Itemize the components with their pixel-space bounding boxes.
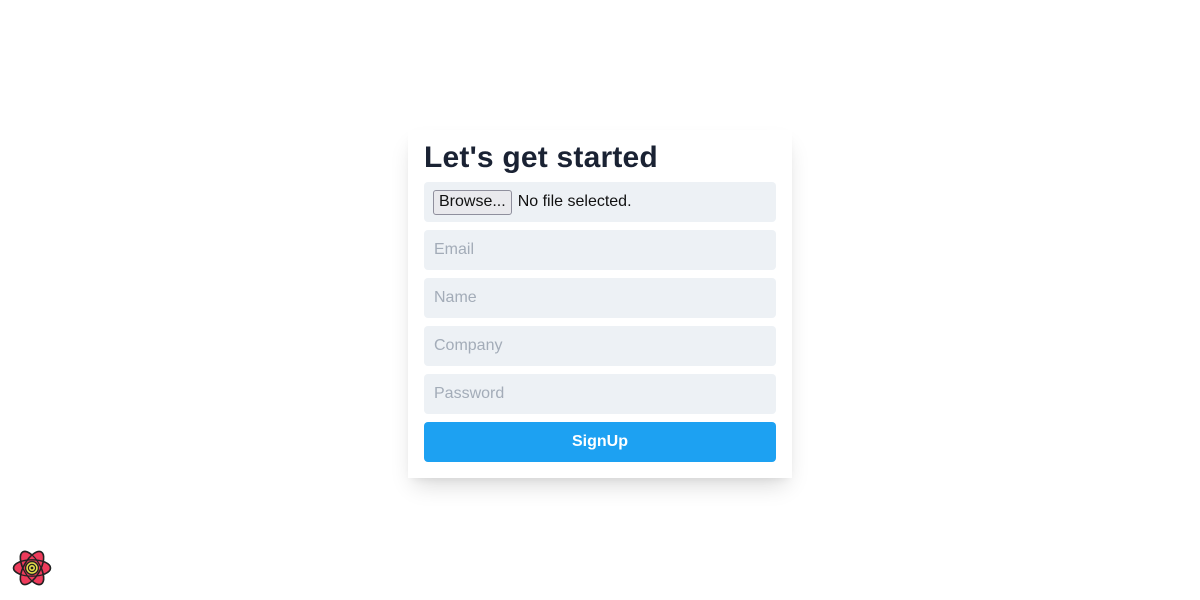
browse-button[interactable]: Browse... bbox=[433, 189, 512, 215]
file-upload-field[interactable]: Browse... No file selected. bbox=[424, 182, 776, 222]
page-title: Let's get started bbox=[424, 141, 658, 174]
signup-button[interactable]: SignUp bbox=[424, 422, 776, 462]
signup-card: Let's get started Browse... No file sele… bbox=[408, 130, 792, 478]
name-input[interactable] bbox=[424, 278, 776, 318]
file-status-text: No file selected. bbox=[517, 193, 632, 210]
react-logo-svg bbox=[12, 550, 52, 586]
password-input[interactable] bbox=[424, 374, 776, 414]
page: Let's get started Browse... No file sele… bbox=[0, 0, 1200, 600]
react-logo-icon[interactable] bbox=[12, 548, 52, 588]
company-input[interactable] bbox=[424, 326, 776, 366]
email-input[interactable] bbox=[424, 230, 776, 270]
